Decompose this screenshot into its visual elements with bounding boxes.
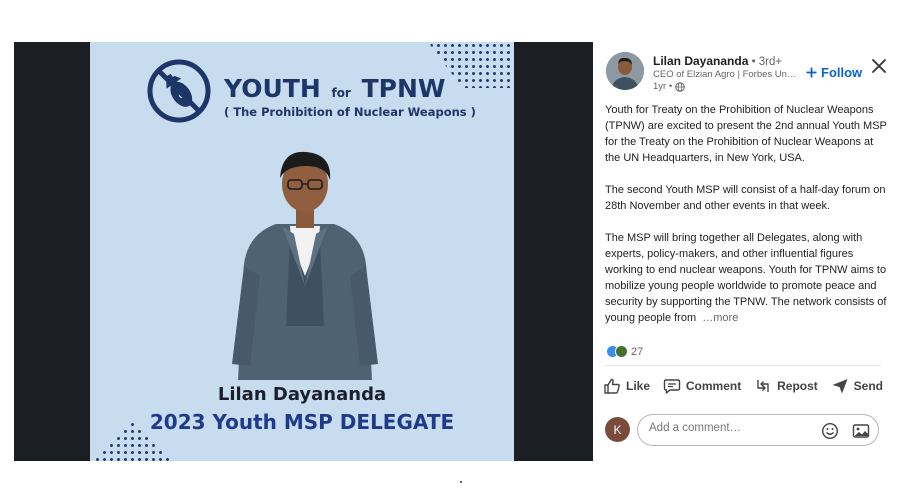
post-meta: 1yr •: [653, 81, 685, 92]
send-paper-plane-icon: [832, 379, 848, 394]
author-avatar[interactable]: [606, 52, 644, 90]
poster-subtitle: ( The Prohibition of Nuclear Weapons ): [224, 105, 476, 119]
post-time: 1yr •: [653, 81, 673, 92]
post-paragraph: The second Youth MSP will consist of a h…: [605, 184, 886, 212]
post-image[interactable]: YOUTH for TPNW ( The Prohibition of Nucl…: [90, 42, 514, 461]
comment-button[interactable]: Comment: [663, 377, 741, 395]
post-details-panel: Lilan Dayananda • 3rd+ CEO of Elzian Agr…: [593, 42, 900, 461]
author-name[interactable]: Lilan Dayananda • 3rd+: [653, 54, 782, 68]
post-body-text: Youth for Treaty on the Prohibition of N…: [605, 102, 887, 326]
plus-icon: [806, 67, 817, 78]
celebrate-reaction-icon: [615, 345, 628, 358]
image-icon[interactable]: [852, 422, 870, 440]
no-nukes-logo-icon: [147, 59, 211, 123]
emoji-icon[interactable]: [821, 422, 839, 440]
poster-title: YOUTH for TPNW: [224, 74, 446, 103]
close-icon[interactable]: [870, 57, 888, 75]
author-photo: [606, 52, 644, 90]
thumbs-up-icon: [604, 378, 620, 394]
person-photo: [232, 151, 378, 380]
comment-box[interactable]: [637, 414, 879, 446]
image-viewer: YOUTH for TPNW ( The Prohibition of Nucl…: [14, 42, 593, 461]
follow-button[interactable]: Follow: [806, 65, 862, 80]
reactions-summary[interactable]: 27: [606, 345, 643, 358]
comment-bubble-icon: [663, 379, 681, 394]
reaction-count: 27: [631, 345, 644, 358]
post-paragraph: Youth for Treaty on the Prohibition of N…: [605, 104, 887, 164]
see-more-link[interactable]: …more: [702, 312, 738, 324]
send-button[interactable]: Send: [831, 377, 883, 395]
current-user-avatar[interactable]: K: [605, 417, 630, 442]
post-paragraph: The MSP will bring together all Delegate…: [605, 232, 887, 324]
author-headline: CEO of Elzian Agro | Forbes Under 30: [653, 69, 801, 80]
poster-person-name: Lilan Dayananda: [217, 384, 387, 405]
poster-delegate-title: 2023 Youth MSP DELEGATE: [149, 410, 455, 434]
cursor-dot: [460, 481, 462, 483]
comment-input[interactable]: [649, 422, 809, 434]
globe-icon: [675, 81, 685, 92]
divider: [605, 365, 881, 366]
repost-button[interactable]: Repost: [754, 377, 818, 395]
connection-degree: • 3rd+: [748, 56, 783, 68]
post-actions: Like Comment Repost Send: [603, 377, 883, 395]
like-button[interactable]: Like: [603, 377, 650, 395]
follow-label: Follow: [821, 65, 863, 80]
repost-icon: [757, 380, 769, 392]
